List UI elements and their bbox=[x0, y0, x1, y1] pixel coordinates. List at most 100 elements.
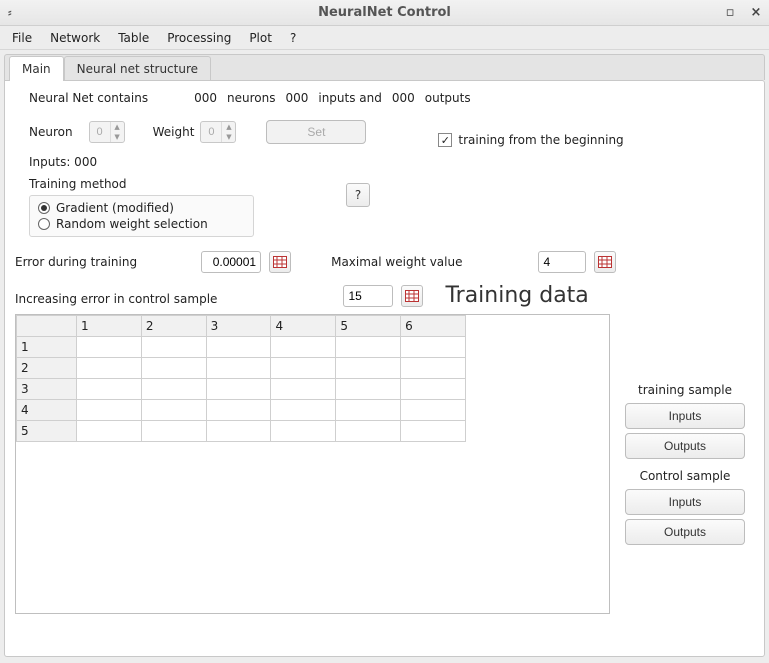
checkbox-check-icon: ✓ bbox=[438, 133, 452, 147]
table-row-header[interactable]: 3 bbox=[17, 379, 77, 400]
max-weight-label: Maximal weight value bbox=[331, 255, 462, 269]
table-cell[interactable] bbox=[206, 379, 271, 400]
nn-outputs-count: 000 bbox=[392, 91, 415, 105]
table-row[interactable]: 2 bbox=[17, 358, 466, 379]
menu-file[interactable]: File bbox=[4, 28, 40, 48]
data-table-container[interactable]: 1 2 3 4 5 6 1 2 3 4 5 bbox=[15, 314, 610, 614]
minimize-button[interactable]: ▫ bbox=[723, 6, 737, 20]
error-training-apply-button[interactable] bbox=[269, 251, 291, 273]
radio-random[interactable]: Random weight selection bbox=[38, 216, 245, 232]
table-cell[interactable] bbox=[401, 400, 466, 421]
table-row-header[interactable]: 1 bbox=[17, 337, 77, 358]
table-cell[interactable] bbox=[401, 337, 466, 358]
tab-main[interactable]: Main bbox=[9, 56, 64, 81]
table-cell[interactable] bbox=[336, 421, 401, 442]
table-cell[interactable] bbox=[141, 358, 206, 379]
window-menu-icon[interactable]: ⸗ bbox=[8, 5, 16, 19]
weight-spinbox[interactable]: ▲▼ bbox=[200, 121, 236, 143]
weight-label: Weight bbox=[153, 125, 195, 139]
table-cell[interactable] bbox=[77, 358, 142, 379]
table-cell[interactable] bbox=[77, 421, 142, 442]
table-cell[interactable] bbox=[77, 400, 142, 421]
table-row[interactable]: 1 bbox=[17, 337, 466, 358]
error-training-input[interactable] bbox=[201, 251, 261, 273]
table-cell[interactable] bbox=[271, 337, 336, 358]
table-cell[interactable] bbox=[141, 337, 206, 358]
tab-strip: Main Neural net structure bbox=[4, 54, 765, 80]
training-from-beginning-checkbox[interactable]: ✓ training from the beginning bbox=[438, 133, 623, 147]
table-cell[interactable] bbox=[141, 400, 206, 421]
table-cell[interactable] bbox=[336, 358, 401, 379]
radio-gradient[interactable]: Gradient (modified) bbox=[38, 200, 245, 216]
table-col-header[interactable]: 1 bbox=[77, 316, 142, 337]
table-cell[interactable] bbox=[271, 379, 336, 400]
nn-inputs-word: inputs and bbox=[318, 91, 382, 105]
weight-step-down-icon[interactable]: ▼ bbox=[222, 132, 235, 142]
table-header-row: 1 2 3 4 5 6 bbox=[17, 316, 466, 337]
control-inputs-button[interactable]: Inputs bbox=[625, 489, 745, 515]
weight-step-up-icon[interactable]: ▲ bbox=[222, 122, 235, 132]
table-cell[interactable] bbox=[401, 421, 466, 442]
table-row-header[interactable]: 4 bbox=[17, 400, 77, 421]
table-cell[interactable] bbox=[271, 358, 336, 379]
menu-help[interactable]: ? bbox=[282, 28, 304, 48]
neuron-value[interactable] bbox=[90, 122, 110, 142]
table-cell[interactable] bbox=[401, 379, 466, 400]
neuron-step-up-icon[interactable]: ▲ bbox=[111, 122, 124, 132]
table-cell[interactable] bbox=[77, 337, 142, 358]
table-col-header[interactable]: 2 bbox=[141, 316, 206, 337]
tab-page-main: Neural Net contains 000 neurons 000 inpu… bbox=[4, 80, 765, 657]
menu-table[interactable]: Table bbox=[110, 28, 157, 48]
table-cell[interactable] bbox=[141, 421, 206, 442]
error-training-label: Error during training bbox=[15, 255, 137, 269]
training-method-group: Gradient (modified) Random weight select… bbox=[29, 195, 254, 237]
grid-icon bbox=[405, 290, 419, 302]
neuron-step-down-icon[interactable]: ▼ bbox=[111, 132, 124, 142]
table-col-header[interactable]: 5 bbox=[336, 316, 401, 337]
set-button[interactable]: Set bbox=[266, 120, 366, 144]
table-col-header[interactable]: 3 bbox=[206, 316, 271, 337]
training-from-beginning-label: training from the beginning bbox=[458, 133, 623, 147]
training-inputs-button[interactable]: Inputs bbox=[625, 403, 745, 429]
radio-gradient-label: Gradient (modified) bbox=[56, 201, 174, 215]
table-row[interactable]: 4 bbox=[17, 400, 466, 421]
inc-error-input[interactable] bbox=[343, 285, 393, 307]
table-cell[interactable] bbox=[206, 337, 271, 358]
tab-structure[interactable]: Neural net structure bbox=[64, 56, 211, 81]
table-cell[interactable] bbox=[336, 379, 401, 400]
training-method-label: Training method bbox=[29, 177, 254, 191]
inc-error-apply-button[interactable] bbox=[401, 285, 423, 307]
titlebar: ⸗ NeuralNet Control ▫ × bbox=[0, 0, 769, 26]
table-cell[interactable] bbox=[271, 421, 336, 442]
table-row-header[interactable]: 5 bbox=[17, 421, 77, 442]
menu-processing[interactable]: Processing bbox=[159, 28, 239, 48]
table-cell[interactable] bbox=[401, 358, 466, 379]
table-cell[interactable] bbox=[271, 400, 336, 421]
table-cell[interactable] bbox=[336, 337, 401, 358]
table-row[interactable]: 3 bbox=[17, 379, 466, 400]
menu-network[interactable]: Network bbox=[42, 28, 108, 48]
close-button[interactable]: × bbox=[749, 6, 763, 20]
table-row[interactable]: 5 bbox=[17, 421, 466, 442]
table-row-header[interactable]: 2 bbox=[17, 358, 77, 379]
max-weight-apply-button[interactable] bbox=[594, 251, 616, 273]
table-cell[interactable] bbox=[206, 400, 271, 421]
grid-icon bbox=[273, 256, 287, 268]
menu-plot[interactable]: Plot bbox=[241, 28, 280, 48]
inputs-line: Inputs: 000 bbox=[29, 155, 97, 169]
weight-value[interactable] bbox=[201, 122, 221, 142]
control-outputs-button[interactable]: Outputs bbox=[625, 519, 745, 545]
training-method-help-button[interactable]: ? bbox=[346, 183, 370, 207]
table-col-header[interactable]: 6 bbox=[401, 316, 466, 337]
max-weight-input[interactable] bbox=[538, 251, 586, 273]
table-cell[interactable] bbox=[206, 421, 271, 442]
neuron-spinbox[interactable]: ▲▼ bbox=[89, 121, 125, 143]
data-table[interactable]: 1 2 3 4 5 6 1 2 3 4 5 bbox=[16, 315, 466, 442]
training-outputs-button[interactable]: Outputs bbox=[625, 433, 745, 459]
table-cell[interactable] bbox=[206, 358, 271, 379]
table-cell[interactable] bbox=[336, 400, 401, 421]
side-panel: training sample Inputs Outputs Control s… bbox=[620, 377, 750, 549]
table-col-header[interactable]: 4 bbox=[271, 316, 336, 337]
table-cell[interactable] bbox=[77, 379, 142, 400]
table-cell[interactable] bbox=[141, 379, 206, 400]
